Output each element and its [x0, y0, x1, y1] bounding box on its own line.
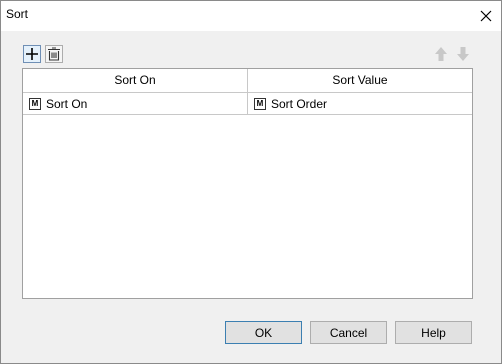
delete-button[interactable]	[45, 45, 63, 63]
close-button[interactable]	[471, 1, 501, 31]
sort-value-cell[interactable]: M Sort Order	[248, 93, 472, 114]
close-icon	[480, 10, 492, 22]
sort-table: Sort On Sort Value M Sort On M Sort Orde…	[22, 68, 473, 299]
arrow-up-icon	[435, 47, 447, 61]
column-header-sort-value[interactable]: Sort Value	[248, 69, 472, 92]
sort-on-cell[interactable]: M Sort On	[23, 93, 248, 114]
help-button[interactable]: Help	[395, 321, 472, 344]
measure-icon: M	[29, 97, 41, 110]
sort-dialog: Sort Sort On Sort Value M Sort On M Sort…	[0, 0, 502, 364]
move-down-button[interactable]	[454, 45, 472, 63]
dialog-title: Sort	[6, 7, 29, 21]
arrow-down-icon	[457, 47, 469, 61]
ok-button[interactable]: OK	[225, 321, 302, 344]
sort-value-value: Sort Order	[271, 96, 328, 111]
move-up-button[interactable]	[432, 45, 450, 63]
title-bar: Sort	[1, 1, 501, 31]
sort-on-value: Sort On	[46, 96, 88, 111]
cancel-button[interactable]: Cancel	[310, 321, 387, 344]
table-row[interactable]: M Sort On M Sort Order	[23, 93, 472, 115]
plus-icon	[26, 48, 38, 60]
trash-icon	[48, 47, 60, 61]
column-header-sort-on[interactable]: Sort On	[23, 69, 248, 92]
table-header: Sort On Sort Value	[23, 69, 472, 93]
measure-icon: M	[254, 97, 266, 110]
add-button[interactable]	[23, 45, 41, 63]
